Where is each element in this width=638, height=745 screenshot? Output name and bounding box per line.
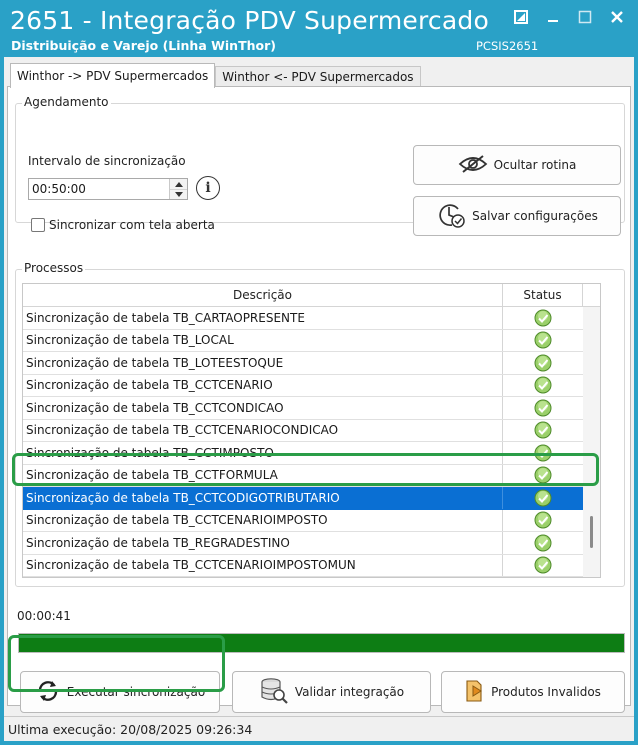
status-ok-icon — [503, 465, 583, 487]
table-row[interactable]: Sincronização de tabela TB_CARTAOPRESENT… — [23, 307, 583, 330]
window-subtitle: Distribuição e Varejo (Linha WinThor) — [11, 38, 276, 53]
row-description: Sincronização de tabela TB_CCTCONDICAO — [23, 397, 503, 419]
status-ok-icon — [503, 532, 583, 554]
row-description: Sincronização de tabela TB_REGRADESTINO — [23, 532, 503, 554]
table-row[interactable]: Sincronização de tabela TB_LOCAL — [23, 329, 583, 352]
elapsed-time: 00:00:41 — [17, 609, 71, 623]
process-grid[interactable]: Descrição Status Sincronização de tabela… — [22, 283, 601, 578]
status-ok-icon — [503, 330, 583, 352]
clock-check-icon — [436, 201, 466, 232]
info-icon[interactable]: i — [196, 176, 220, 200]
table-row[interactable]: Sincronização de tabela TB_CCTCONDICAO — [23, 397, 583, 420]
col-header-status[interactable]: Status — [503, 284, 583, 306]
interval-time-input[interactable]: 00:50:00 — [28, 178, 188, 200]
table-row[interactable]: Sincronização de tabela TB_CCTCENARIO — [23, 374, 583, 397]
minimize-icon[interactable] — [540, 6, 566, 28]
row-description: Sincronização de tabela TB_CCTCENARIOIMP… — [23, 509, 503, 531]
progress-fill — [19, 634, 624, 652]
status-ok-icon — [503, 442, 583, 464]
status-ok-icon — [503, 420, 583, 442]
row-description: Sincronização de tabela TB_CCTIMPOSTO — [23, 442, 503, 464]
sync-icon — [35, 679, 61, 706]
invalid-products-button[interactable]: Produtos Invalidos — [441, 671, 625, 713]
window-controls — [508, 6, 630, 28]
table-row[interactable]: Sincronização de tabela TB_CCTIMPOSTO — [23, 442, 583, 465]
status-ok-icon — [503, 352, 583, 374]
grid-header: Descrição Status — [23, 284, 600, 307]
status-ok-icon — [503, 375, 583, 397]
row-description: Sincronização de tabela TB_LOTEESTOQUE — [23, 352, 503, 374]
window-title: 2651 - Integração PDV Supermercado — [10, 6, 489, 35]
validate-integration-label: Validar integração — [294, 685, 405, 699]
table-row[interactable]: Sincronização de tabela TB_LOTEESTOQUE — [23, 352, 583, 375]
row-description: Sincronização de tabela TB_CCTCENARIOCON… — [23, 419, 503, 441]
col-header-description[interactable]: Descrição — [23, 284, 503, 306]
last-execution-text: Ultima execução: 20/08/2025 09:26:34 — [8, 722, 253, 737]
status-bar: Ultima execução: 20/08/2025 09:26:34 — [4, 716, 634, 741]
maximize-icon[interactable] — [572, 6, 598, 28]
table-row[interactable]: Sincronização de tabela TB_CCTCENARIOIMP… — [23, 554, 583, 577]
row-description: Sincronização de tabela TB_CCTCENARIO — [23, 374, 503, 396]
status-ok-icon — [503, 487, 583, 509]
tab-panel: Agendamento Intervalo de sincronização 0… — [7, 86, 631, 713]
table-row[interactable]: Sincronização de tabela TB_CCTCODIGOTRIB… — [23, 487, 583, 510]
close-icon[interactable] — [604, 6, 630, 28]
row-description: Sincronização de tabela TB_CCTCENARIOIMP… — [23, 554, 503, 576]
document-arrow-icon — [465, 679, 485, 705]
vertical-scrollbar[interactable] — [583, 307, 600, 577]
save-config-label: Salvar configurações — [472, 209, 598, 223]
sync-open-label: Sincronizar com tela aberta — [49, 218, 215, 232]
progress-bar — [18, 633, 625, 653]
row-description: Sincronização de tabela TB_CCTCODIGOTRIB… — [23, 487, 503, 509]
validate-integration-button[interactable]: Validar integração — [232, 671, 431, 713]
row-description: Sincronização de tabela TB_LOCAL — [23, 329, 503, 351]
spin-up-icon[interactable] — [170, 179, 187, 189]
app-window: 2651 - Integração PDV Supermercado Distr… — [0, 0, 638, 745]
restore-icon[interactable] — [508, 6, 534, 28]
client-area: Winthor -> PDV Supermercados Winthor <- … — [4, 57, 634, 741]
routine-code: PCSIS2651 — [476, 39, 539, 53]
hide-routine-button[interactable]: Ocultar rotina — [413, 145, 621, 185]
eye-off-icon — [458, 154, 488, 177]
invalid-products-label: Produtos Invalidos — [491, 685, 601, 699]
status-ok-icon — [503, 397, 583, 419]
status-ok-icon — [503, 307, 583, 329]
tab-winthor-to-pdv[interactable]: Winthor -> PDV Supermercados — [10, 63, 216, 88]
interval-spinner — [169, 179, 187, 199]
scroll-thumb[interactable] — [590, 516, 593, 548]
table-row[interactable]: Sincronização de tabela TB_CCTCENARIOIMP… — [23, 509, 583, 532]
execute-sync-label: Executar sincronização — [66, 685, 206, 699]
row-description: Sincronização de tabela TB_CCTFORMULA — [23, 464, 503, 486]
spin-down-icon[interactable] — [170, 189, 187, 199]
agendamento-legend: Agendamento — [22, 95, 111, 109]
status-ok-icon — [503, 510, 583, 532]
tab-pdv-to-winthor[interactable]: Winthor <- PDV Supermercados — [215, 66, 421, 87]
tab-strip: Winthor -> PDV Supermercados Winthor <- … — [10, 63, 421, 88]
table-row[interactable]: Sincronização de tabela TB_CCTCENARIOCON… — [23, 419, 583, 442]
table-row[interactable]: Sincronização de tabela TB_REGRADESTINO — [23, 532, 583, 555]
execute-sync-button[interactable]: Executar sincronização — [20, 671, 220, 713]
interval-value: 00:50:00 — [32, 182, 86, 196]
hide-routine-label: Ocultar rotina — [493, 158, 577, 172]
save-config-button[interactable]: Salvar configurações — [413, 196, 621, 236]
row-description: Sincronização de tabela TB_CARTAOPRESENT… — [23, 307, 503, 329]
title-bar[interactable]: 2651 - Integração PDV Supermercado Distr… — [0, 0, 638, 56]
interval-label: Intervalo de sincronização — [28, 154, 186, 168]
database-search-icon — [259, 677, 289, 708]
table-row[interactable]: Sincronização de tabela TB_CCTFORMULA — [23, 464, 583, 487]
status-ok-icon — [503, 555, 583, 577]
sync-open-checkbox[interactable] — [31, 218, 45, 232]
processos-legend: Processos — [22, 261, 86, 275]
